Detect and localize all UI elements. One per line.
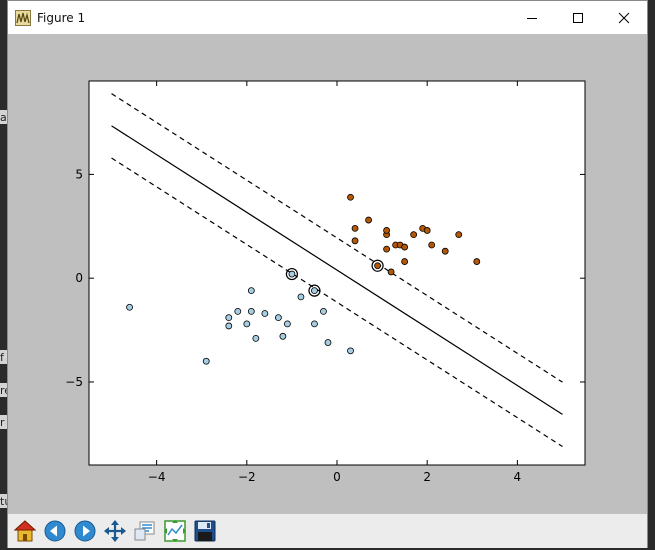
scatter-point (247, 287, 255, 295)
scatter-point (383, 245, 391, 253)
x-tick-label: 0 (333, 470, 341, 484)
y-tick-label: 0 (75, 271, 83, 285)
scatter-point (247, 307, 255, 315)
x-tick-label: 2 (423, 470, 431, 484)
scatter-point (202, 357, 210, 365)
scatter-point (347, 347, 354, 355)
scatter-point (311, 287, 318, 295)
scatter-point (423, 227, 431, 234)
title-bar[interactable]: Figure 1 (8, 1, 647, 34)
pan-move-icon (104, 520, 126, 542)
pan-button[interactable] (101, 517, 129, 545)
navigation-toolbar (8, 514, 647, 548)
x-tick-label: −4 (148, 470, 166, 484)
subplots-button[interactable] (161, 517, 189, 545)
scatter-point (320, 307, 327, 315)
matplotlib-app-icon (15, 9, 31, 26)
window-title: Figure 1 (37, 10, 86, 25)
scatter-point (383, 227, 391, 234)
scatter-point (252, 334, 260, 342)
scatter-point (441, 247, 449, 255)
scatter-point (297, 293, 305, 301)
scatter-point (283, 320, 291, 328)
scatter-point (234, 307, 242, 315)
scatter-point (374, 262, 381, 270)
axes-background (89, 81, 585, 465)
forward-button[interactable] (71, 517, 99, 545)
scatter-point (274, 314, 282, 322)
maximize-button[interactable] (555, 1, 601, 34)
zoom-button[interactable] (131, 517, 159, 545)
home-icon (13, 520, 37, 542)
scatter-point (351, 237, 359, 245)
scatter-point (455, 231, 463, 239)
x-tick-label: 4 (514, 470, 522, 484)
back-button[interactable] (41, 517, 69, 545)
maximize-icon (573, 12, 583, 23)
home-button[interactable] (11, 517, 39, 545)
back-arrow-icon (44, 520, 66, 542)
scatter-point (365, 216, 372, 224)
scatter-point (311, 320, 318, 328)
subplots-config-icon (164, 520, 186, 542)
figure-window: Figure 1 −4 −2 0 2 4 5 0 −5 (7, 0, 648, 548)
zoom-rect-icon (134, 521, 155, 541)
close-icon (618, 12, 630, 23)
scatter-point (225, 314, 233, 322)
y-tick-label: −5 (65, 375, 83, 389)
scatter-point (288, 270, 296, 278)
scatter-point (351, 224, 359, 232)
scatter-point (473, 258, 481, 265)
scatter-point (401, 243, 409, 251)
scatter-point (243, 320, 251, 328)
scatter-point (401, 258, 409, 265)
scatter-point (387, 268, 395, 276)
forward-arrow-icon (74, 520, 96, 542)
scatter-point (347, 193, 354, 201)
y-tick-label: 5 (75, 167, 83, 181)
scatter-point (279, 332, 287, 340)
x-tick-label: −2 (238, 470, 256, 484)
minimize-icon (527, 17, 537, 19)
scatter-point (410, 231, 418, 239)
scatter-point (261, 310, 269, 317)
close-button[interactable] (601, 1, 647, 34)
scatter-point (225, 322, 233, 330)
minimize-button[interactable] (509, 1, 555, 34)
scatter-point (324, 339, 332, 346)
save-button[interactable] (191, 517, 219, 545)
scatter-point (126, 303, 133, 311)
floppy-save-icon (194, 520, 216, 542)
scatter-point (428, 241, 436, 249)
figure-canvas[interactable]: −4 −2 0 2 4 5 0 −5 (8, 34, 647, 514)
scatter-chart: −4 −2 0 2 4 5 0 −5 (65, 80, 586, 484)
